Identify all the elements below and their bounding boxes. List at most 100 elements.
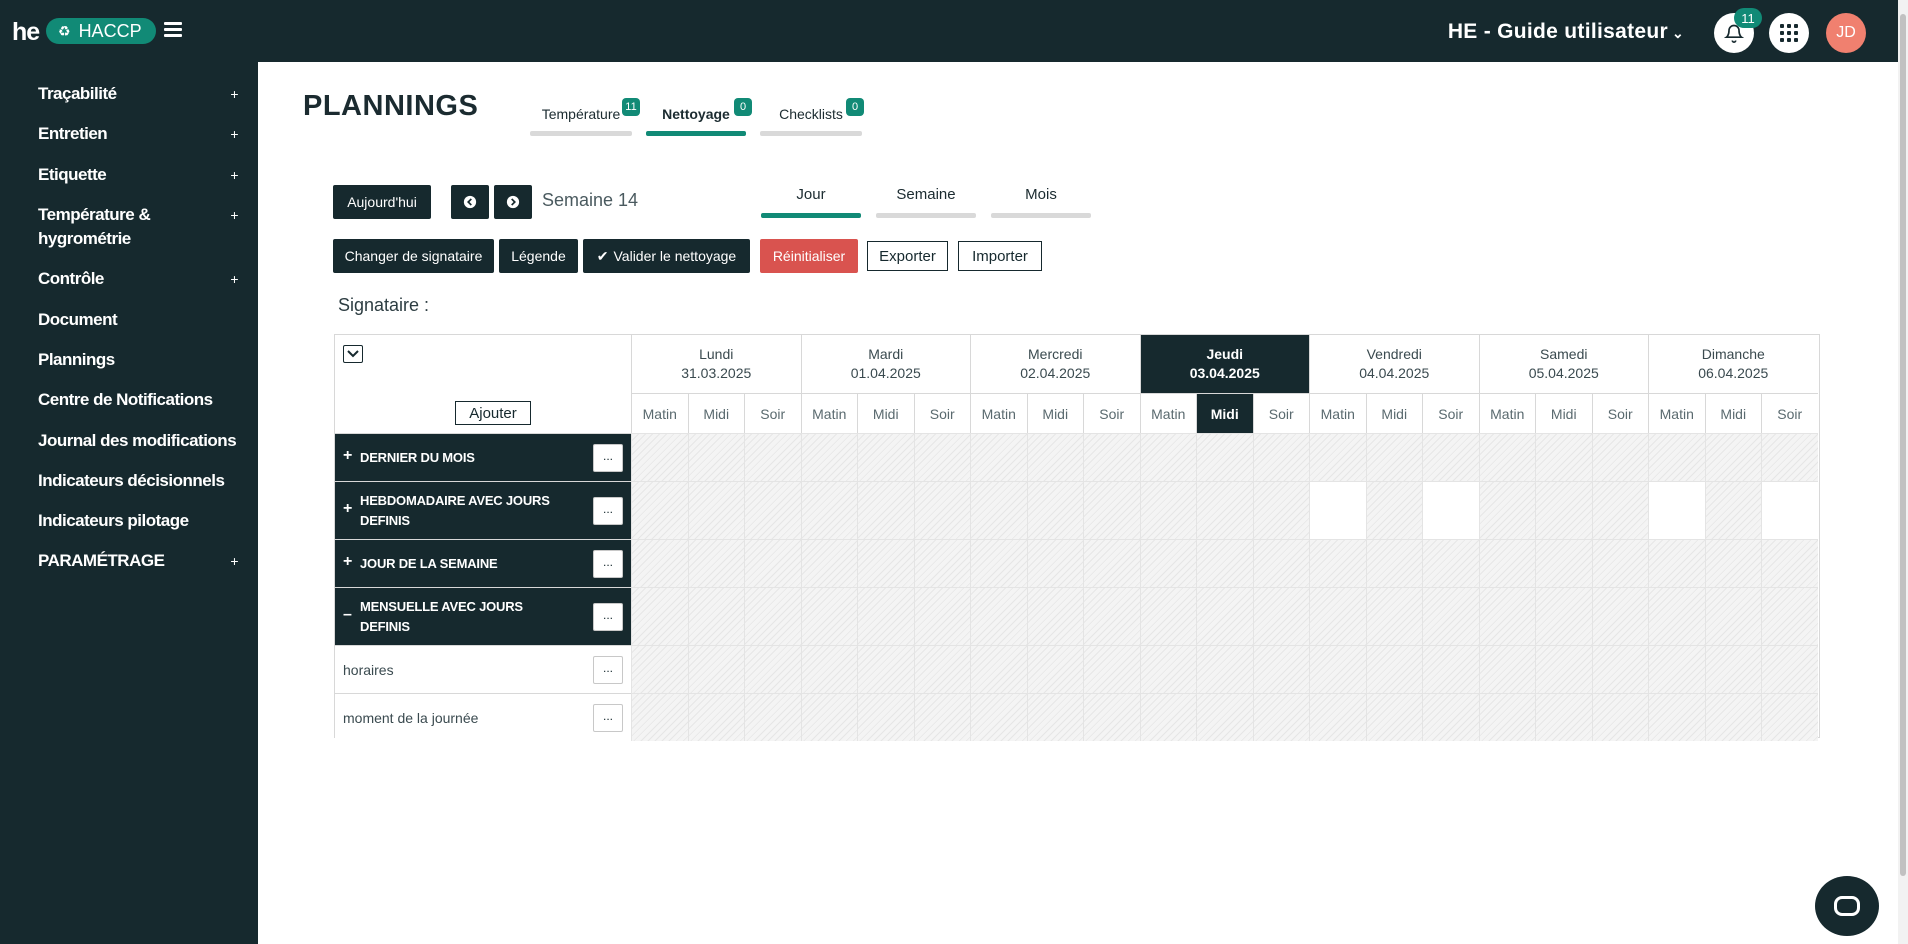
task-group-row[interactable]: + HEBDOMADAIRE AVEC JOURS DEFINIS... — [335, 481, 631, 539]
legend-button[interactable]: Légende — [499, 239, 578, 273]
planning-cell[interactable] — [1535, 645, 1592, 693]
view-tab-mois[interactable]: Mois — [991, 186, 1091, 218]
sidebar-item-indicateurs-decisionnels[interactable]: Indicateurs décisionnels — [38, 469, 238, 493]
planning-cell[interactable] — [1535, 481, 1592, 539]
planning-cell[interactable] — [631, 587, 688, 645]
collapse-icon[interactable]: – — [343, 606, 352, 624]
planning-cell[interactable] — [631, 539, 688, 587]
planning-cell[interactable] — [1535, 693, 1592, 741]
planning-cell[interactable] — [1704, 433, 1761, 481]
sidebar-item-etiquette[interactable]: Etiquette + — [38, 163, 238, 187]
planning-cell[interactable] — [1026, 433, 1083, 481]
planning-cell[interactable] — [1478, 539, 1535, 587]
planning-cell[interactable] — [1083, 433, 1140, 481]
planning-cell[interactable] — [1252, 481, 1309, 539]
planning-cell[interactable] — [1252, 433, 1309, 481]
task-group-row[interactable]: – MENSUELLE AVEC JOURS DEFINIS... — [335, 587, 631, 645]
row-options-button[interactable]: ... — [593, 444, 623, 472]
planning-cell[interactable] — [800, 645, 857, 693]
planning-cell[interactable] — [687, 587, 744, 645]
avatar[interactable]: JD — [1826, 13, 1866, 53]
planning-cell[interactable] — [687, 693, 744, 741]
row-options-button[interactable]: ... — [593, 656, 623, 684]
planning-cell[interactable] — [913, 433, 970, 481]
planning-cell[interactable] — [1478, 693, 1535, 741]
planning-cell[interactable] — [1648, 433, 1705, 481]
planning-cell[interactable] — [687, 539, 744, 587]
planning-cell[interactable] — [800, 539, 857, 587]
planning-cell[interactable] — [857, 587, 914, 645]
planning-cell[interactable] — [857, 645, 914, 693]
planning-cell[interactable] — [1535, 539, 1592, 587]
planning-cell[interactable] — [1422, 433, 1479, 481]
planning-cell[interactable] — [1761, 539, 1818, 587]
planning-cell[interactable] — [744, 587, 801, 645]
planning-cell[interactable] — [1648, 539, 1705, 587]
planning-cell[interactable] — [1309, 433, 1366, 481]
org-selector[interactable]: HE - Guide utilisateur ⌄ — [1448, 20, 1684, 44]
planning-cell[interactable] — [1422, 481, 1479, 539]
chat-button[interactable] — [1815, 876, 1879, 936]
planning-cell[interactable] — [1365, 433, 1422, 481]
planning-cell[interactable] — [631, 693, 688, 741]
planning-cell[interactable] — [1139, 693, 1196, 741]
planning-cell[interactable] — [1196, 481, 1253, 539]
change-signer-button[interactable]: Changer de signataire — [333, 239, 494, 273]
planning-cell[interactable] — [1083, 645, 1140, 693]
planning-cell[interactable] — [631, 433, 688, 481]
planning-cell[interactable] — [1761, 645, 1818, 693]
planning-cell[interactable] — [1704, 539, 1761, 587]
planning-cell[interactable] — [687, 433, 744, 481]
planning-cell[interactable] — [913, 539, 970, 587]
expand-icon[interactable]: + — [343, 500, 352, 518]
planning-cell[interactable] — [1704, 587, 1761, 645]
planning-cell[interactable] — [1196, 433, 1253, 481]
planning-cell[interactable] — [857, 539, 914, 587]
planning-cell[interactable] — [1704, 693, 1761, 741]
sidebar-item-temperature[interactable]: Température & hygrométrie + — [38, 203, 238, 251]
today-button[interactable]: Aujourd'hui — [333, 185, 431, 219]
view-tab-jour[interactable]: Jour — [761, 186, 861, 218]
planning-cell[interactable] — [1761, 693, 1818, 741]
page-scrollbar[interactable] — [1898, 0, 1908, 944]
planning-cell[interactable] — [631, 481, 688, 539]
planning-cell[interactable] — [970, 693, 1027, 741]
planning-cell[interactable] — [1365, 587, 1422, 645]
planning-cell[interactable] — [687, 645, 744, 693]
sidebar-item-parametrage[interactable]: PARAMÉTRAGE + — [38, 549, 238, 573]
planning-cell[interactable] — [1422, 693, 1479, 741]
sidebar-item-indicateurs-pilotage[interactable]: Indicateurs pilotage — [38, 509, 238, 533]
planning-cell[interactable] — [744, 481, 801, 539]
planning-cell[interactable] — [1196, 693, 1253, 741]
task-group-row[interactable]: + DERNIER DU MOIS... — [335, 433, 631, 481]
planning-cell[interactable] — [970, 433, 1027, 481]
planning-cell[interactable] — [1196, 539, 1253, 587]
collapse-all-toggle[interactable] — [343, 345, 363, 363]
row-options-button[interactable]: ... — [593, 603, 623, 631]
planning-cell[interactable] — [857, 693, 914, 741]
planning-cell[interactable] — [1026, 645, 1083, 693]
planning-cell[interactable] — [1478, 587, 1535, 645]
planning-cell[interactable] — [1704, 645, 1761, 693]
planning-cell[interactable] — [857, 481, 914, 539]
planning-cell[interactable] — [1309, 693, 1366, 741]
planning-cell[interactable] — [800, 587, 857, 645]
planning-cell[interactable] — [1083, 693, 1140, 741]
planning-cell[interactable] — [744, 693, 801, 741]
planning-cell[interactable] — [800, 693, 857, 741]
planning-cell[interactable] — [1309, 539, 1366, 587]
planning-cell[interactable] — [1478, 481, 1535, 539]
app-logo-pill[interactable]: ♻ HACCP — [46, 18, 156, 44]
planning-cell[interactable] — [1365, 645, 1422, 693]
sidebar-item-document[interactable]: Document — [38, 308, 238, 332]
row-options-button[interactable]: ... — [593, 497, 623, 525]
planning-cell[interactable] — [1478, 433, 1535, 481]
tab-temperature[interactable]: Température 11 — [530, 98, 640, 136]
hamburger-icon[interactable] — [164, 22, 182, 38]
planning-cell[interactable] — [1309, 481, 1366, 539]
planning-cell[interactable] — [1365, 539, 1422, 587]
planning-cell[interactable] — [1591, 481, 1648, 539]
planning-cell[interactable] — [857, 433, 914, 481]
planning-cell[interactable] — [1648, 481, 1705, 539]
planning-cell[interactable] — [913, 693, 970, 741]
